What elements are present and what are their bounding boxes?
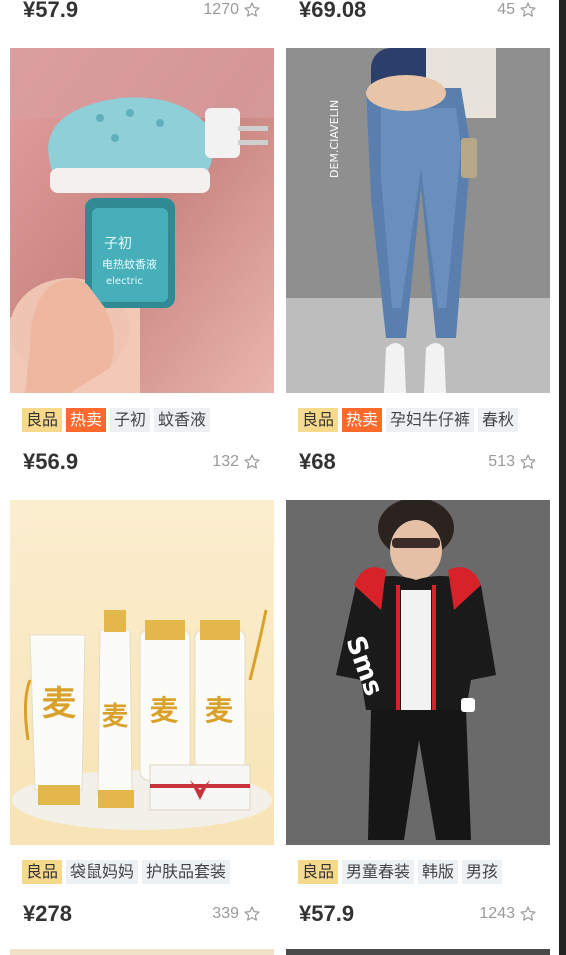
product-card[interactable]: DEM.CIAVELIN 良品 热卖 孕妇牛仔裤 春秋 ¥68 513 xyxy=(286,48,550,488)
favorite-count-value: 132 xyxy=(212,453,239,470)
tag-list: 良品 热卖 孕妇牛仔裤 春秋 xyxy=(298,408,519,432)
product-price: ¥57.9 xyxy=(299,901,355,926)
skincare-char-4: 麦 xyxy=(205,694,234,727)
product-image-partial[interactable] xyxy=(286,949,550,955)
favorite-count-value: 1270 xyxy=(203,1,239,18)
product-image[interactable]: DEM.CIAVELIN xyxy=(286,48,550,393)
product-price: ¥68 xyxy=(299,449,336,474)
tag-brand[interactable]: 子初 xyxy=(110,408,151,432)
skincare-set-photo: 麦 麦 麦 麦 xyxy=(10,500,274,845)
product-card[interactable]: Sms 良品 男童春装 韩版 男孩 ¥57.9 1243 xyxy=(286,500,550,940)
tag-quality[interactable]: 良品 xyxy=(22,860,63,884)
tag-quality[interactable]: 良品 xyxy=(298,860,339,884)
brand-vertical-text: DEM.CIAVELIN xyxy=(328,100,341,178)
skincare-char-3: 麦 xyxy=(150,694,179,727)
favorite-count[interactable]: 1243 xyxy=(479,901,537,927)
favorite-count[interactable]: 132 xyxy=(212,449,261,475)
favorite-count[interactable]: 1270 xyxy=(203,0,261,23)
product-price: ¥69.08 xyxy=(299,0,367,22)
tag-list: 良品 男童春装 韩版 男孩 xyxy=(298,860,503,884)
product-price: ¥57.9 xyxy=(23,0,79,22)
screen-edge-bar xyxy=(559,0,566,955)
product-price: ¥278 xyxy=(23,901,72,926)
favorite-count[interactable]: 513 xyxy=(488,449,537,475)
maternity-jeans-photo: DEM.CIAVELIN xyxy=(286,48,550,393)
tag-list: 良品 袋鼠妈妈 护肤品套装 xyxy=(22,860,231,884)
tag-season[interactable]: 春秋 xyxy=(478,408,519,432)
boys-tracksuit-photo: Sms xyxy=(286,500,550,845)
bottle-english: electric xyxy=(106,276,143,287)
tag-quality[interactable]: 良品 xyxy=(22,408,63,432)
favorite-count[interactable]: 339 xyxy=(212,901,261,927)
product-card[interactable]: 子初 电热蚊香液 electric 良品 热卖 子初 蚊香液 ¥56.9 132 xyxy=(10,48,274,488)
star-outline-icon[interactable] xyxy=(519,1,537,19)
favorite-count-value: 513 xyxy=(488,453,515,470)
favorite-count-value: 45 xyxy=(497,1,515,18)
product-price: ¥56.9 xyxy=(23,449,79,474)
star-outline-icon[interactable] xyxy=(519,905,537,923)
tag-category[interactable]: 护肤品套装 xyxy=(142,860,231,884)
skincare-char-1: 麦 xyxy=(42,684,76,724)
tag-hot[interactable]: 热卖 xyxy=(342,408,383,432)
product-image[interactable]: Sms xyxy=(286,500,550,845)
favorite-count[interactable]: 45 xyxy=(497,0,537,23)
tag-category[interactable]: 孕妇牛仔裤 xyxy=(386,408,475,432)
bottle-label: 子初 xyxy=(104,235,132,252)
star-outline-icon[interactable] xyxy=(243,453,261,471)
tag-style[interactable]: 韩版 xyxy=(418,860,459,884)
mosquito-repellent-photo: 子初 电热蚊香液 electric xyxy=(10,48,274,393)
tag-brand[interactable]: 袋鼠妈妈 xyxy=(66,860,139,884)
favorite-count-value: 339 xyxy=(212,905,239,922)
favorite-count-value: 1243 xyxy=(479,905,515,922)
tag-hot[interactable]: 热卖 xyxy=(66,408,107,432)
skincare-char-2: 麦 xyxy=(102,702,129,732)
bottle-subtitle: 电热蚊香液 xyxy=(102,257,157,271)
tag-category[interactable]: 男童春装 xyxy=(342,860,415,884)
product-card-partial-1[interactable]: ¥57.9 1270 xyxy=(10,0,274,23)
star-outline-icon[interactable] xyxy=(243,1,261,19)
star-outline-icon[interactable] xyxy=(519,453,537,471)
product-image[interactable]: 麦 麦 麦 麦 xyxy=(10,500,274,845)
star-outline-icon[interactable] xyxy=(243,905,261,923)
product-card-partial-2[interactable]: ¥69.08 45 xyxy=(286,0,550,23)
product-image[interactable]: 子初 电热蚊香液 electric xyxy=(10,48,274,393)
product-image-partial[interactable] xyxy=(10,949,274,955)
tag-category[interactable]: 蚊香液 xyxy=(154,408,211,432)
tag-gender[interactable]: 男孩 xyxy=(462,860,503,884)
tag-list: 良品 热卖 子初 蚊香液 xyxy=(22,408,211,432)
product-card[interactable]: 麦 麦 麦 麦 良品 袋鼠妈妈 护肤品套装 ¥278 339 xyxy=(10,500,274,940)
tag-quality[interactable]: 良品 xyxy=(298,408,339,432)
